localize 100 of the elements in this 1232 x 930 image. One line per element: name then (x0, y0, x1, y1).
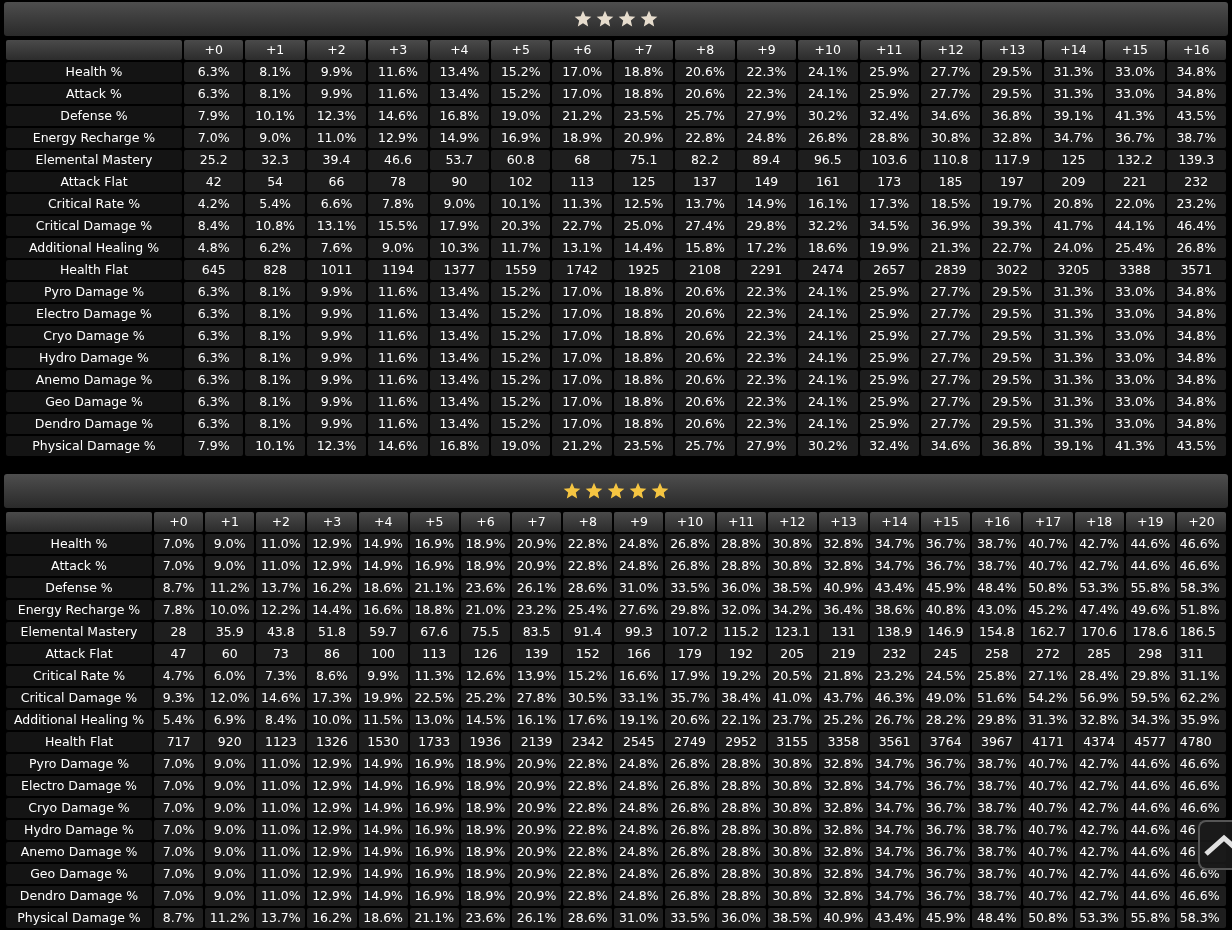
table-cell: 20.6% (675, 414, 735, 434)
table-cell: 30.2% (798, 106, 858, 126)
table-cell: 9.9% (306, 392, 367, 412)
column-header: +2 (306, 40, 367, 60)
table-cell: 4.2% (184, 194, 244, 214)
table-cell: 49.0% (921, 688, 971, 708)
table-cell: 13.7% (675, 194, 735, 214)
table-cell: 25.4% (1105, 238, 1165, 258)
table-cell: 36.7% (921, 556, 971, 576)
table-cell: 29.5% (982, 348, 1042, 368)
column-header: +17 (1023, 512, 1073, 532)
column-header: +19 (1125, 512, 1175, 532)
table-cell: 44.6% (1125, 776, 1175, 796)
table-cell: 43.7% (818, 688, 868, 708)
table-cell: 10.0% (205, 600, 255, 620)
table-cell: 2474 (798, 260, 858, 280)
table-cell: 7.0% (154, 534, 204, 554)
table-cell: 28.2% (921, 710, 971, 730)
table-cell: 18.8% (613, 392, 674, 412)
table-cell: 39.1% (1043, 106, 1104, 126)
table-cell: 32.8% (818, 864, 868, 884)
table-cell: 9.9% (306, 304, 367, 324)
table-cell: 26.8% (665, 556, 715, 576)
table-cell: 13.7% (256, 908, 306, 928)
table-cell: 18.8% (409, 600, 459, 620)
table-cell: 16.9% (409, 534, 459, 554)
table-cell: 31.3% (1043, 370, 1104, 390)
column-header: +11 (859, 40, 919, 60)
table-cell: 30.8% (767, 776, 817, 796)
table-cell: 53.3% (1074, 908, 1124, 928)
table-cell: 7.0% (154, 842, 204, 862)
table-cell: 18.8% (613, 370, 674, 390)
table-cell: 14.9% (358, 556, 408, 576)
table-cell: 41.0% (767, 688, 817, 708)
table-cell: 40.9% (818, 578, 868, 598)
row-label: Elemental Mastery (6, 622, 152, 642)
table-cell: 4374 (1074, 732, 1124, 752)
table-cell: 19.7% (982, 194, 1042, 214)
table-cell: 14.9% (358, 820, 408, 840)
table-cell: 26.8% (665, 798, 715, 818)
row-label: Defense % (6, 106, 182, 126)
table-cell: 39.3% (982, 216, 1042, 236)
table-cell: 30.8% (767, 864, 817, 884)
table-cell: 2657 (859, 260, 919, 280)
column-header: +6 (460, 512, 510, 532)
column-header: +20 (1176, 512, 1226, 532)
row-label: Elemental Mastery (6, 150, 182, 170)
table-cell: 102 (491, 172, 551, 192)
table-cell: 19.9% (358, 688, 408, 708)
table-cell: 34.7% (870, 864, 920, 884)
table-cell: 44.6% (1125, 864, 1175, 884)
table-cell: 42.7% (1074, 754, 1124, 774)
table-cell: 36.8% (982, 106, 1042, 126)
row-label: Physical Damage % (6, 908, 152, 928)
scroll-top-button[interactable] (1198, 820, 1232, 870)
table-cell: 6.6% (306, 194, 367, 214)
table-cell: 16.9% (409, 556, 459, 576)
table-cell: 96.5 (798, 150, 858, 170)
table-cell: 24.8% (614, 556, 664, 576)
row-label: Attack % (6, 84, 182, 104)
row-label: Physical Damage % (6, 436, 182, 456)
table-cell: 28.8% (716, 886, 766, 906)
table-cell: 17.0% (552, 348, 612, 368)
table-cell: 34.7% (870, 886, 920, 906)
table-cell: 31.3% (1043, 348, 1104, 368)
table-cell: 67.6 (409, 622, 459, 642)
table-cell: 39.4 (306, 150, 367, 170)
table-cell: 15.2% (491, 304, 551, 324)
table-cell: 43.8 (256, 622, 306, 642)
table-cell: 27.7% (920, 370, 981, 390)
table-cell: 1377 (429, 260, 490, 280)
table-cell: 152 (563, 644, 613, 664)
column-header: +11 (716, 512, 766, 532)
table-cell: 21.2% (552, 106, 612, 126)
table-cell: 38.5% (767, 578, 817, 598)
table-cell: 51.8% (1176, 600, 1226, 620)
table-cell: 24.8% (614, 534, 664, 554)
table-cell: 34.5% (859, 216, 919, 236)
table-cell: 178.6 (1125, 622, 1175, 642)
table-cell: 33.5% (665, 908, 715, 928)
table-cell: 22.8% (563, 754, 613, 774)
table-cell: 125 (1043, 150, 1104, 170)
table-cell: 35.9 (205, 622, 255, 642)
table-cell: 29.5% (982, 392, 1042, 412)
table-cell: 20.9% (512, 864, 562, 884)
table-cell: 3561 (870, 732, 920, 752)
table-cell: 32.8% (818, 842, 868, 862)
table-cell: 38.7% (972, 886, 1022, 906)
table-cell: 15.2% (491, 326, 551, 346)
table-cell: 22.8% (563, 556, 613, 576)
table-cell: 7.0% (154, 556, 204, 576)
table-cell: 36.7% (921, 534, 971, 554)
table-cell: 27.7% (920, 282, 981, 302)
table-cell: 24.8% (736, 128, 797, 148)
table-cell: 30.8% (767, 886, 817, 906)
column-header: +1 (205, 512, 255, 532)
table-cell: 8.4% (256, 710, 306, 730)
table-cell: 2342 (563, 732, 613, 752)
table-cell: 3571 (1166, 260, 1226, 280)
table-cell: 60.8 (491, 150, 551, 170)
